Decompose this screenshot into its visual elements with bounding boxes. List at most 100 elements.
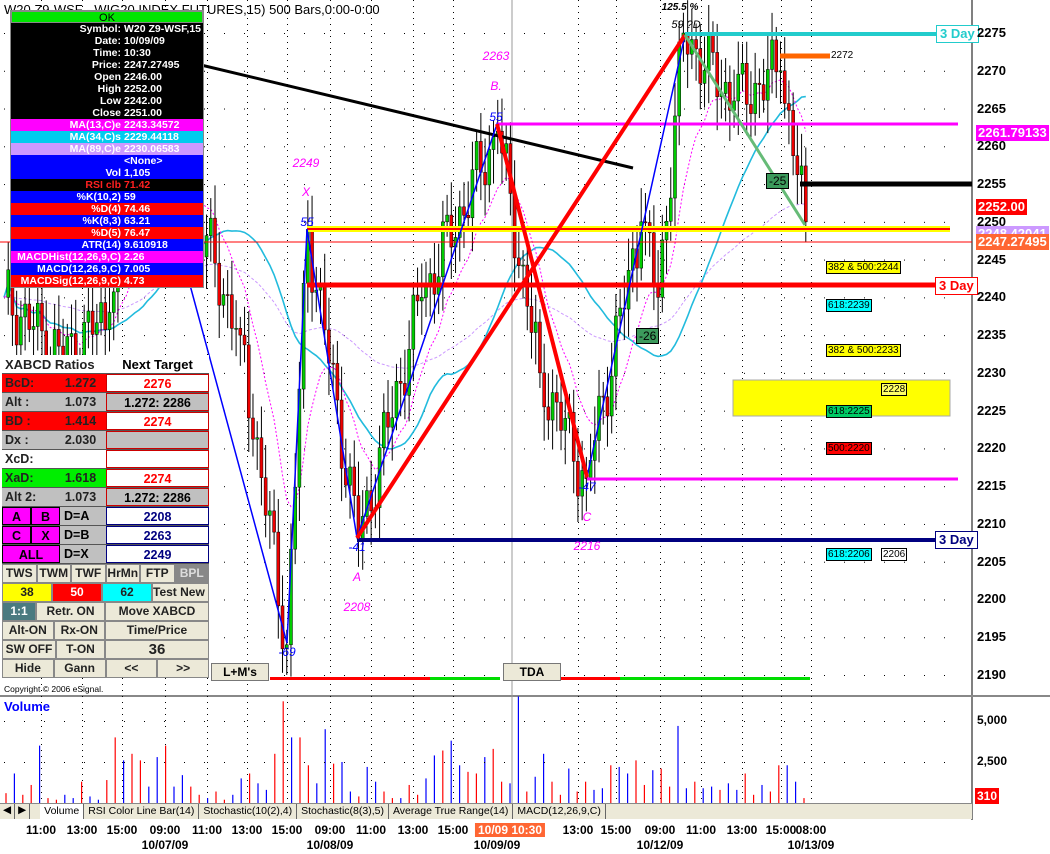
fib-50-button[interactable]: 50 [52,583,102,602]
sw-off-button[interactable]: SW OFF [2,640,56,659]
ratio-label: Dx : [5,433,29,447]
grid-dot [844,70,845,72]
grid-dot [287,420,288,421]
ratio-1-1-button[interactable]: 1:1 [2,602,36,621]
scroll-right-button[interactable]: ▶ [15,804,31,819]
grid-dot [742,426,743,427]
data-window-value: 74.46 [124,203,151,215]
grid-dot [330,54,331,55]
grid-dot [742,768,743,769]
point-toggle[interactable]: A [2,507,31,525]
grid-dot [453,780,454,781]
tool-button-hrmn[interactable]: HrMn [105,564,140,583]
grid-dot [207,198,208,199]
data-window-row: MA(34,C)s 2229.44118 [11,131,203,143]
grid-dot [371,348,372,349]
lm-button[interactable]: L+M's [211,663,269,681]
price-tick: 2255 [977,176,1006,192]
grid-dot [371,384,372,385]
grid-dot [564,523,565,525]
grid-dot [453,762,454,763]
grid-dot [287,720,288,721]
point-toggle[interactable]: C [2,526,31,544]
study-tab[interactable]: RSI Color Line Bar(14) [84,804,200,819]
grid-dot [371,768,372,769]
grid-dot [616,690,617,691]
grid-dot [41,774,42,775]
time-price-button[interactable]: Time/Price [105,621,209,640]
study-tab[interactable]: Volume [40,804,85,819]
grid-dot [264,523,265,525]
grid-dot [616,90,617,91]
grid-dot [742,582,743,583]
grid-dot [287,462,288,463]
grid-dot [207,738,208,739]
candlestick [234,328,238,330]
candlestick [23,303,27,318]
candlestick [533,321,538,333]
tool-button-twm[interactable]: TWM [36,564,71,583]
grid-dot [304,33,305,34]
study-tab[interactable]: Average True Range(14) [389,804,514,819]
prev-button[interactable]: << [105,659,158,678]
tool-button-twf[interactable]: TWF [71,564,106,583]
grid-dot [207,318,208,319]
grid-dot [660,66,661,67]
next-button[interactable]: >> [157,659,209,678]
alt-on-button[interactable]: Alt-ON [2,621,54,640]
grid-dot [453,702,454,703]
grid-dot [330,762,331,763]
grid-dot [444,762,445,763]
fib-38-button[interactable]: 38 [2,583,52,602]
grid-dot [564,335,565,337]
grid-dot [742,300,743,301]
point-toggle[interactable]: B [31,507,60,525]
tool-button-tws[interactable]: TWS [2,564,37,583]
ok-button[interactable]: OK [11,11,203,24]
data-window-value: 2243.34572 [124,119,180,131]
test-new-d-button[interactable]: Test New D=? [152,583,209,602]
grid-dot [330,744,331,745]
grid-dot [578,90,579,91]
study-tab[interactable]: MACD(12,26,9,C) [513,804,606,819]
tda-button[interactable]: TDA [503,663,561,681]
grid-dot [578,120,579,121]
fib-62-button[interactable]: 62 [102,583,152,602]
grid-dot [453,570,454,571]
gann-button[interactable]: Gann [53,659,106,678]
move-xabcd-button[interactable]: Move XABCD [105,602,209,621]
grid-dot [764,70,765,72]
grid-dot [781,720,782,721]
grid-dot [704,599,705,601]
grid-dot [724,637,725,639]
point-toggle[interactable]: X [31,526,60,544]
target-value: 1.272: 2286 [106,488,209,506]
grid-dot [247,312,248,313]
study-tab[interactable]: Stochastic(8(3),5) [297,804,389,819]
scroll-left-button[interactable]: ◀ [0,804,16,819]
grid-dot [453,180,454,181]
grid-dot [604,33,605,34]
retr-on-button[interactable]: Retr. ON [36,602,105,621]
grid-dot [742,474,743,475]
grid-dot [616,768,617,769]
tool-button-ftp[interactable]: FTP [140,564,175,583]
study-tab[interactable]: Stochastic(10(2),4) [199,804,298,819]
tool-button-bpl[interactable]: BPL [174,564,209,583]
t-on-button[interactable]: T-ON [56,640,105,659]
grid-dot [413,402,414,403]
grid-dot [604,637,605,639]
grid-dot [247,444,248,445]
c-count-label: -47 [578,480,596,494]
hide-button[interactable]: Hide [2,659,54,678]
grid-dot [781,264,782,265]
rx-on-button[interactable]: Rx-ON [53,621,105,640]
grid-dot [287,234,288,235]
grid-dot [811,618,812,619]
grid-dot [701,792,702,793]
grid-dot [924,70,925,72]
grid-dot [660,132,661,133]
all-toggle[interactable]: ALL [2,545,60,563]
grid-dot [781,618,782,619]
grid-dot [424,108,425,110]
